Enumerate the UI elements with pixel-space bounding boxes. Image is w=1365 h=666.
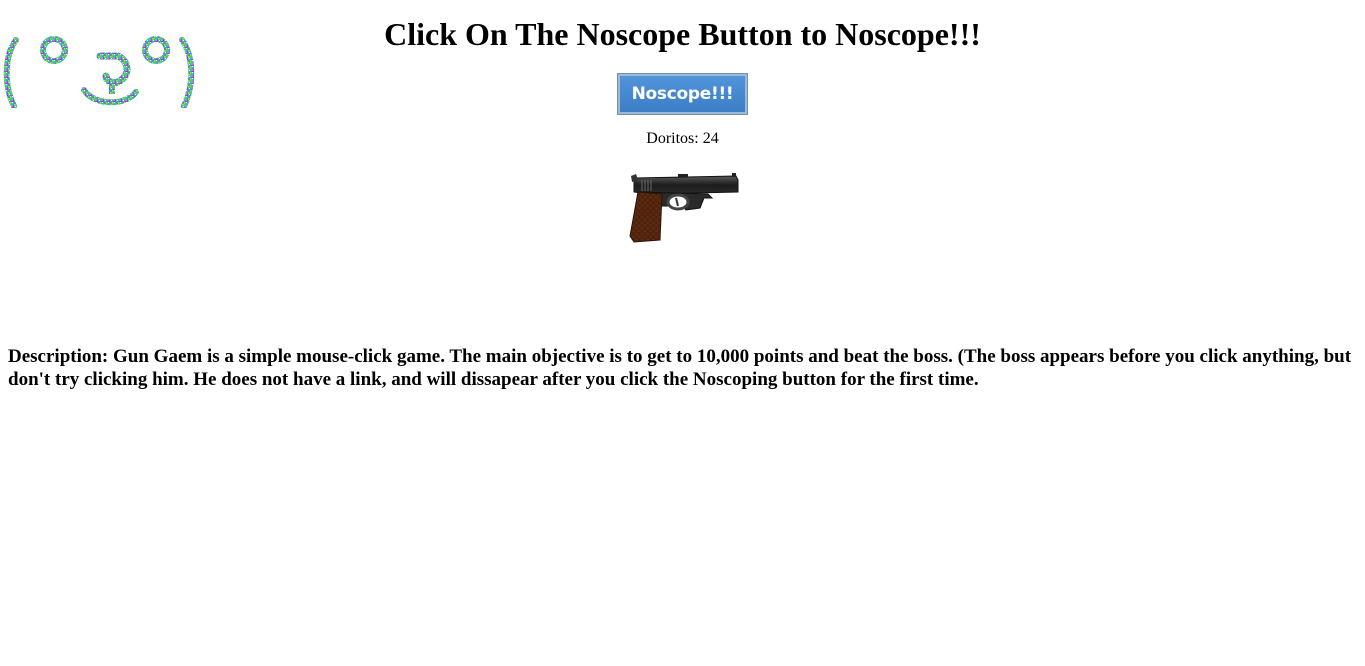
game-description: Description: Gun Gaem is a simple mouse-… xyxy=(8,346,1352,390)
pistol-icon xyxy=(629,173,739,243)
score-display: Doritos: 24 xyxy=(0,129,1365,149)
page-title: Click On The Noscope Button to Noscope!!… xyxy=(384,16,981,52)
score-value: 24 xyxy=(702,130,719,147)
game-page: Click On The Noscope Button to Noscope!!… xyxy=(0,0,1365,666)
score-label: Doritos: xyxy=(646,130,703,147)
noscope-button[interactable]: Noscope!!! xyxy=(617,73,748,115)
